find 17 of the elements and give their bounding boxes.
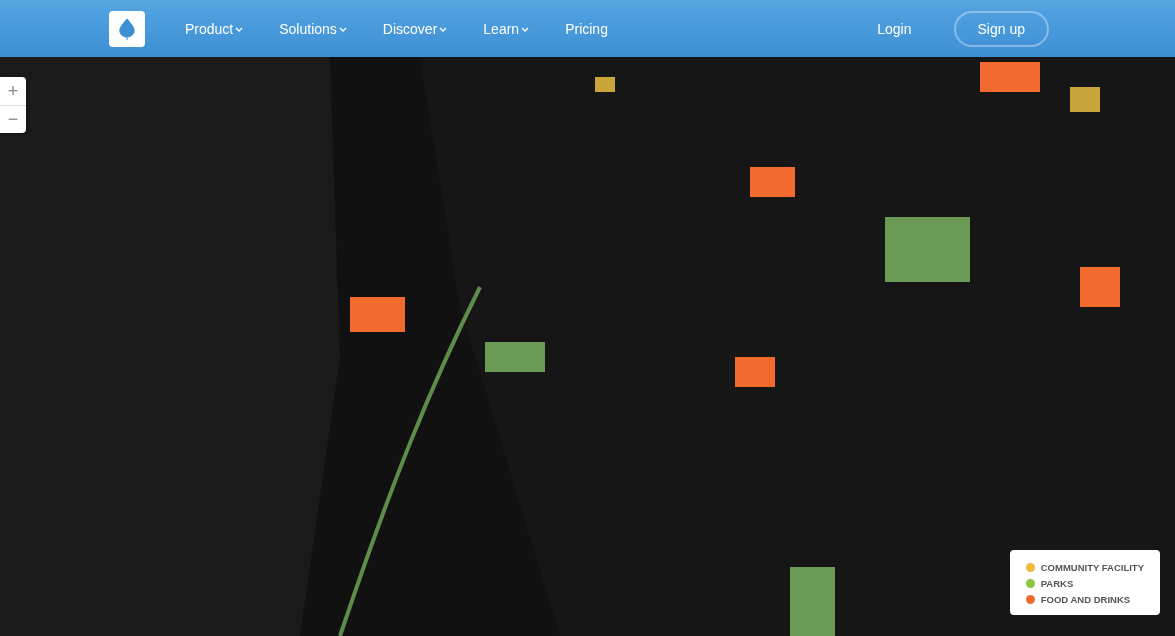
zoom-out-button[interactable]: −	[0, 105, 26, 133]
legend-label: COMMUNITY FACILITY	[1040, 562, 1144, 573]
legend-label: FOOD AND DRINKS	[1040, 594, 1131, 605]
zoom-in-button[interactable]: +	[0, 77, 26, 105]
nav-link[interactable]: Product	[185, 20, 244, 37]
nav-link[interactable]: Learn	[483, 20, 530, 37]
nav-link[interactable]: Solutions	[279, 20, 347, 37]
caret-icon	[521, 25, 530, 32]
signup-button[interactable]: Sign up	[953, 10, 1049, 47]
login-link[interactable]: Login	[871, 19, 918, 38]
caret-icon	[338, 25, 347, 32]
nav-link[interactable]: Pricing	[565, 20, 608, 37]
nav-link[interactable]: Discover	[382, 20, 448, 37]
caret-icon	[235, 25, 244, 32]
caret-icon	[439, 25, 448, 32]
logo-icon[interactable]	[109, 10, 145, 47]
legend-label: PARKS	[1040, 578, 1074, 589]
